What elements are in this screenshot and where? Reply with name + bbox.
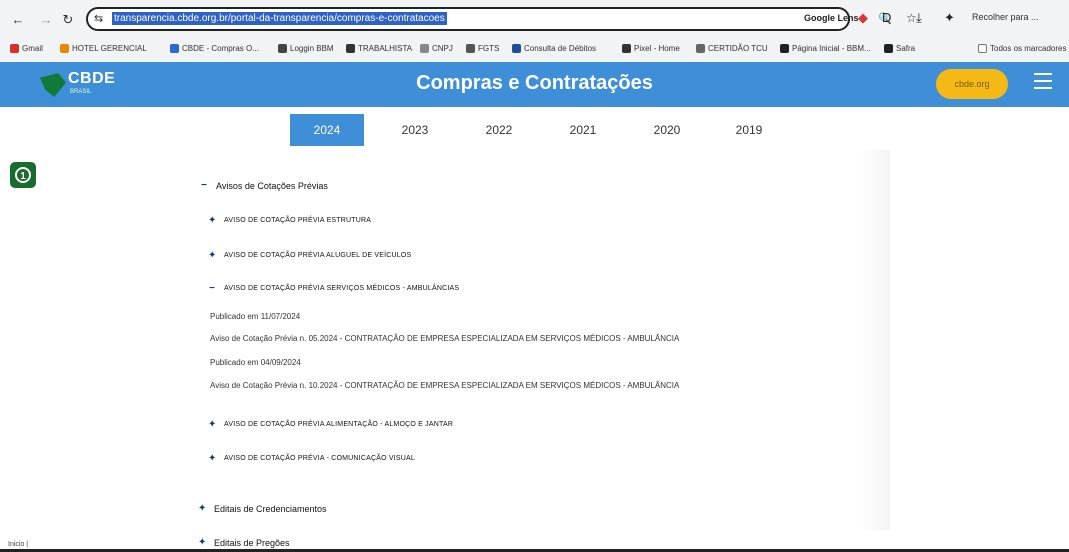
accordion-item[interactable]: ✦ AVISO DE COTAÇÃO PRÉVIA ALIMENTAÇÃO - … [208,419,453,430]
accordion-item-expanded[interactable]: − AVISO DE COTAÇÃO PRÉVIA SERVIÇOS MÉDIC… [208,283,459,294]
expand-icon: ✦ [208,419,217,430]
bookmark-icon [60,44,69,53]
section-title: Editais de Credenciamentos [214,503,327,514]
extension-icon[interactable]: ◆ [858,10,868,26]
bookmark-item[interactable]: TRABALHISTA [346,44,412,53]
bookmark-icon [780,44,789,53]
expand-icon: ✦ [198,503,207,514]
address-bar[interactable]: ⇆ transparencia.cbde.org.br/portal-da-tr… [86,7,917,31]
bookmarks-bar: Gmail HOTEL GERENCIAL CBDE - Compras O..… [0,38,1069,60]
google-lens-button[interactable]: Google Lens [804,13,859,23]
site-header: CBDE BRASIL Compras e Contratações cbde.… [0,62,1069,107]
extension-d-icon[interactable]: D [882,10,891,25]
collapse-icon: − [201,180,207,191]
folder-icon [978,44,987,53]
year-tab-2021[interactable]: 2021 [546,114,620,146]
bookmark-item[interactable]: Loggin BBM [278,44,334,53]
year-tab-2022[interactable]: 2022 [462,114,536,146]
expand-icon: ✦ [208,250,217,261]
site-info-icon[interactable]: ⇆ [94,12,103,25]
expand-icon: ✦ [198,537,207,548]
year-tab-2023[interactable]: 2023 [378,114,452,146]
section-title: Avisos de Cotações Prévias [216,180,328,191]
section-title: Editais de Pregões [214,537,290,548]
back-icon[interactable]: ← [10,12,26,27]
collapse-icon: − [208,283,216,294]
expand-icon: ✦ [208,215,217,226]
bookmark-item[interactable]: HOTEL GERENCIAL [60,44,147,53]
section-editais-credenciamento[interactable]: ✦ Editais de Credenciamentos [198,503,327,514]
browser-chrome: ← → ↻ ⇆ transparencia.cbde.org.br/portal… [0,0,1069,62]
bookmark-item[interactable]: FGTS [466,44,499,53]
reload-icon[interactable]: ↻ [60,12,76,28]
bookmark-item[interactable]: Página Inicial - BBM... [780,44,871,53]
bookmark-item[interactable]: Pixel - Home [622,44,680,53]
bookmark-icon [696,44,705,53]
cta-button[interactable]: cbde.org [936,69,1008,99]
bookmark-icon [466,44,475,53]
accessibility-badge[interactable]: 1 [10,162,36,188]
accordion-item[interactable]: ✦ AVISO DE COTAÇÃO PRÉVIA ALUGUEL DE VEÍ… [208,250,411,261]
year-tab-2019[interactable]: 2019 [712,114,786,146]
bookmark-icon [884,44,893,53]
published-date: Publicado em 04/09/2024 [210,358,301,367]
section-editais-pregoes[interactable]: ✦ Editais de Pregões [198,537,290,548]
accordion-item[interactable]: ✦ AVISO DE COTAÇÃO PRÉVIA ESTRUTURA [208,215,371,226]
year-tab-2024[interactable]: 2024 [290,114,364,146]
bookmark-item[interactable]: Safra [884,44,915,53]
document-link[interactable]: Aviso de Cotação Prévia n. 10.2024 - CON… [210,381,679,390]
content-edge-shadow [860,150,890,530]
bookmark-icon [170,44,179,53]
forward-icon[interactable]: → [38,12,54,27]
bookmark-icon [622,44,631,53]
section-avisos-cotacoes[interactable]: − Avisos de Cotações Prévias [200,180,328,191]
hamburger-menu-icon[interactable] [1034,73,1052,89]
bookmark-icon [346,44,355,53]
bookmark-item[interactable]: CBDE - Compras O... [170,44,259,53]
expand-icon: ✦ [208,453,217,464]
published-date: Publicado em 11/07/2024 [210,312,301,321]
bookmark-item[interactable]: Gmail [10,44,43,53]
bookmark-icon [420,44,429,53]
status-text: Inicio | [8,541,29,548]
year-tab-2020[interactable]: 2020 [630,114,704,146]
document-link[interactable]: Aviso de Cotação Prévia n. 05.2024 - CON… [210,334,679,343]
bookmark-item[interactable]: Consulta de Débitos [512,44,596,53]
download-icon[interactable]: ⤓ [916,10,922,26]
profile-label[interactable]: Recolher para ... [972,12,1039,22]
bookmark-icon [278,44,287,53]
url-text[interactable]: transparencia.cbde.org.br/portal-da-tran… [112,12,447,25]
bookmark-icon [10,44,19,53]
bookmark-icon [512,44,521,53]
bookmark-item[interactable]: Todos os marcadores [978,44,1066,53]
accordion-item[interactable]: ✦ AVISO DE COTAÇÃO PRÉVIA - COMUNICAÇÃO … [208,453,415,464]
bookmark-item[interactable]: CERTIDÃO TCU [696,44,768,53]
page-title: Compras e Contratações [416,72,653,94]
puzzle-icon[interactable]: ✦ [944,10,955,26]
bookmark-item[interactable]: CNPJ [420,44,453,53]
